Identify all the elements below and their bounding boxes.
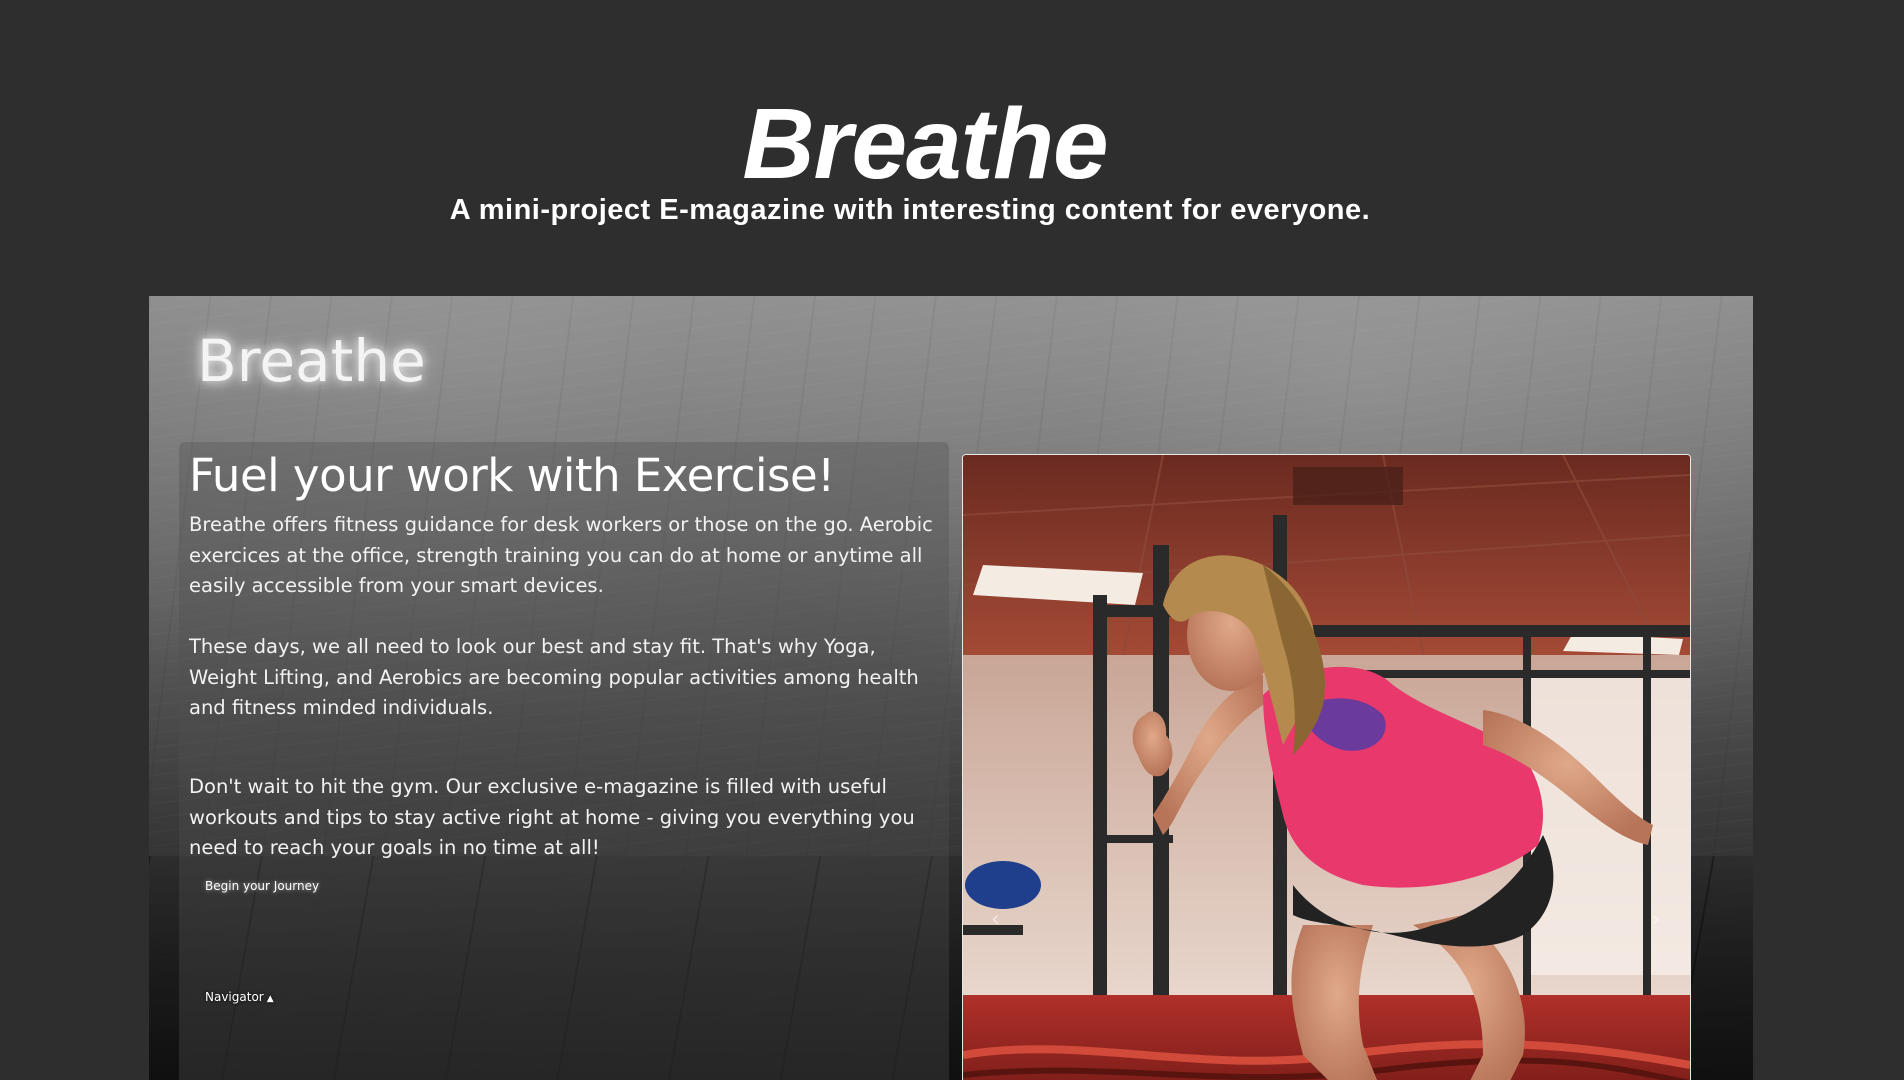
brand-logo[interactable]: Breathe (197, 326, 426, 396)
intro-heading: Fuel your work with Exercise! (189, 449, 835, 502)
intro-panel: Fuel your work with Exercise! Breathe of… (179, 442, 949, 1080)
hero-subtitle: A mini-project E-magazine with interesti… (449, 194, 1371, 226)
navigator-label: Navigator (205, 990, 264, 1004)
intro-paragraph: These days, we all need to look our best… (189, 635, 919, 719)
site-preview: Breathe Fuel your work with Exercise! Br… (149, 296, 1753, 1080)
page: Breathe A mini-project E-magazine with i… (0, 0, 1904, 1080)
navigator-toggle[interactable]: Navigator ▲ (205, 990, 274, 1004)
chevron-right-icon[interactable]: › (1651, 907, 1660, 932)
carousel-image (963, 455, 1690, 1080)
chevron-left-icon[interactable]: ‹ (991, 907, 1000, 932)
intro-paragraph: Don't wait to hit the gym. Our exclusive… (189, 775, 915, 859)
intro-paragraph: Breathe offers fitness guidance for desk… (189, 513, 933, 597)
image-carousel[interactable]: ‹ › (962, 454, 1691, 1080)
caret-up-icon: ▲ (266, 994, 274, 1004)
hero-title: Breathe (742, 88, 1108, 200)
begin-journey-link[interactable]: Begin your Journey (205, 879, 319, 893)
